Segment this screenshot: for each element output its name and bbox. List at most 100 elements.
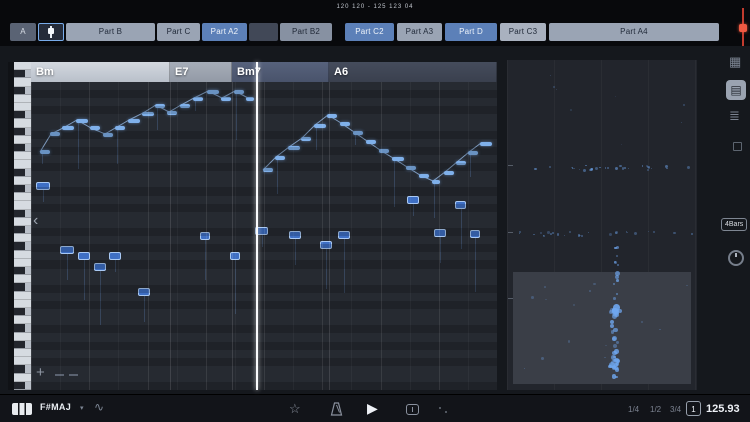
piano-key[interactable] bbox=[14, 78, 31, 86]
chord-block[interactable]: Bm bbox=[31, 62, 170, 82]
piano-key[interactable] bbox=[14, 365, 31, 373]
piano-key[interactable] bbox=[14, 111, 31, 119]
black-key-bar bbox=[14, 128, 25, 135]
midi-note[interactable] bbox=[62, 126, 74, 130]
piano-key[interactable] bbox=[14, 62, 31, 70]
play-button[interactable]: ▶ bbox=[367, 400, 378, 417]
piano-keyboard[interactable] bbox=[14, 62, 31, 390]
arrangement-part[interactable]: Part A2 bbox=[202, 23, 247, 41]
piano-roll-grid[interactable]: + bbox=[31, 82, 497, 390]
piano-key[interactable] bbox=[14, 349, 31, 357]
piano-key[interactable] bbox=[14, 185, 31, 193]
particle-dot bbox=[614, 349, 619, 354]
chord-block[interactable]: Bm7 bbox=[232, 62, 329, 82]
arrangement-part[interactable]: Part C2 bbox=[345, 23, 394, 41]
piano-key[interactable] bbox=[14, 210, 31, 218]
piano-key[interactable] bbox=[14, 300, 31, 308]
arrangement-part[interactable]: Part B2 bbox=[280, 23, 332, 41]
playhead[interactable] bbox=[256, 62, 258, 390]
metronome-icon[interactable] bbox=[330, 402, 343, 416]
piano-key[interactable] bbox=[14, 70, 31, 78]
grid-line bbox=[60, 82, 61, 390]
midi-note-selected[interactable] bbox=[78, 252, 90, 260]
part-slider-handle[interactable] bbox=[48, 28, 54, 34]
particle-dot bbox=[615, 167, 618, 170]
piano-key[interactable] bbox=[14, 267, 31, 275]
midi-note[interactable] bbox=[444, 171, 454, 175]
piano-key[interactable] bbox=[14, 341, 31, 349]
midi-note[interactable] bbox=[340, 122, 350, 126]
tempo-display[interactable]: 125.93 bbox=[706, 403, 740, 415]
arrangement-part[interactable]: A bbox=[10, 23, 36, 41]
arrangement-part[interactable]: Part C bbox=[157, 23, 200, 41]
piano-key[interactable] bbox=[14, 292, 31, 300]
star-icon[interactable]: ☆ bbox=[289, 401, 301, 417]
piano-key[interactable] bbox=[14, 316, 31, 324]
particle-dot bbox=[616, 279, 619, 282]
piano-key[interactable] bbox=[14, 193, 31, 201]
piano-key[interactable] bbox=[14, 152, 31, 160]
piano-key[interactable] bbox=[14, 218, 31, 226]
piano-key[interactable] bbox=[14, 128, 31, 136]
track-view-button[interactable]: ▤ bbox=[726, 80, 746, 100]
piano-key[interactable] bbox=[14, 226, 31, 234]
piano-key[interactable] bbox=[14, 144, 31, 152]
keyboard-toggle-icon[interactable] bbox=[12, 403, 32, 415]
piano-key[interactable] bbox=[14, 357, 31, 365]
division-quarter[interactable]: 1/4 bbox=[628, 405, 639, 414]
knob-control[interactable] bbox=[728, 250, 744, 266]
arrangement-part[interactable]: Part D bbox=[445, 23, 497, 41]
piano-key[interactable] bbox=[14, 119, 31, 127]
loop-region-icon[interactable] bbox=[406, 404, 419, 415]
piano-key[interactable] bbox=[14, 275, 31, 283]
add-button[interactable]: + bbox=[36, 364, 45, 381]
pitch-wave-icon[interactable]: ∿ bbox=[94, 400, 104, 414]
piano-key[interactable] bbox=[14, 177, 31, 185]
grid-line bbox=[468, 82, 469, 390]
piano-key[interactable] bbox=[14, 95, 31, 103]
midi-note[interactable] bbox=[480, 142, 492, 146]
division-whole-selected[interactable]: 1 bbox=[686, 401, 701, 416]
division-three-quarter[interactable]: 3/4 bbox=[670, 405, 681, 414]
piano-key[interactable] bbox=[14, 160, 31, 168]
piano-key[interactable] bbox=[14, 136, 31, 144]
arrangement-part[interactable]: Part A3 bbox=[397, 23, 442, 41]
zoom-slider-handle[interactable] bbox=[739, 24, 747, 32]
division-half[interactable]: 1/2 bbox=[650, 405, 661, 414]
bars-selector[interactable]: 4Bars bbox=[721, 218, 747, 231]
chord-block[interactable]: E7 bbox=[170, 62, 232, 82]
grid-view-icon[interactable]: ▦ bbox=[729, 54, 741, 70]
midi-note[interactable] bbox=[419, 174, 429, 178]
piano-key[interactable] bbox=[14, 169, 31, 177]
arrangement-part[interactable] bbox=[249, 23, 278, 41]
piano-key[interactable] bbox=[14, 308, 31, 316]
midi-note[interactable] bbox=[128, 119, 140, 123]
lines-view-icon[interactable]: ≣ bbox=[729, 108, 740, 124]
piano-key[interactable] bbox=[14, 374, 31, 382]
piano-key[interactable] bbox=[14, 103, 31, 111]
piano-key[interactable] bbox=[14, 201, 31, 209]
piano-key[interactable] bbox=[14, 234, 31, 242]
piano-key[interactable] bbox=[14, 324, 31, 332]
chord-block[interactable]: A6 bbox=[329, 62, 497, 82]
piano-key[interactable] bbox=[14, 333, 31, 341]
piano-key[interactable] bbox=[14, 87, 31, 95]
key-signature-button[interactable]: F#MAJ bbox=[40, 402, 71, 412]
midi-note[interactable] bbox=[90, 126, 100, 130]
black-key-bar bbox=[14, 111, 25, 118]
arrangement-part[interactable]: Part B bbox=[66, 23, 155, 41]
arrangement-part-selected[interactable] bbox=[38, 23, 64, 41]
particle-dot bbox=[691, 233, 693, 235]
collapse-keyboard-arrow[interactable]: ‹ bbox=[33, 212, 38, 230]
particle-dot bbox=[573, 168, 575, 170]
piano-key[interactable] bbox=[14, 382, 31, 390]
black-key-bar bbox=[14, 308, 25, 315]
piano-key[interactable] bbox=[14, 283, 31, 291]
arrangement-part[interactable]: Part C3 bbox=[500, 23, 546, 41]
piano-key[interactable] bbox=[14, 259, 31, 267]
arrangement-part[interactable]: Part A4 bbox=[549, 23, 719, 41]
piano-key[interactable] bbox=[14, 251, 31, 259]
mini-tool-icon[interactable] bbox=[733, 142, 742, 151]
midi-note[interactable] bbox=[366, 140, 376, 144]
piano-key[interactable] bbox=[14, 242, 31, 250]
